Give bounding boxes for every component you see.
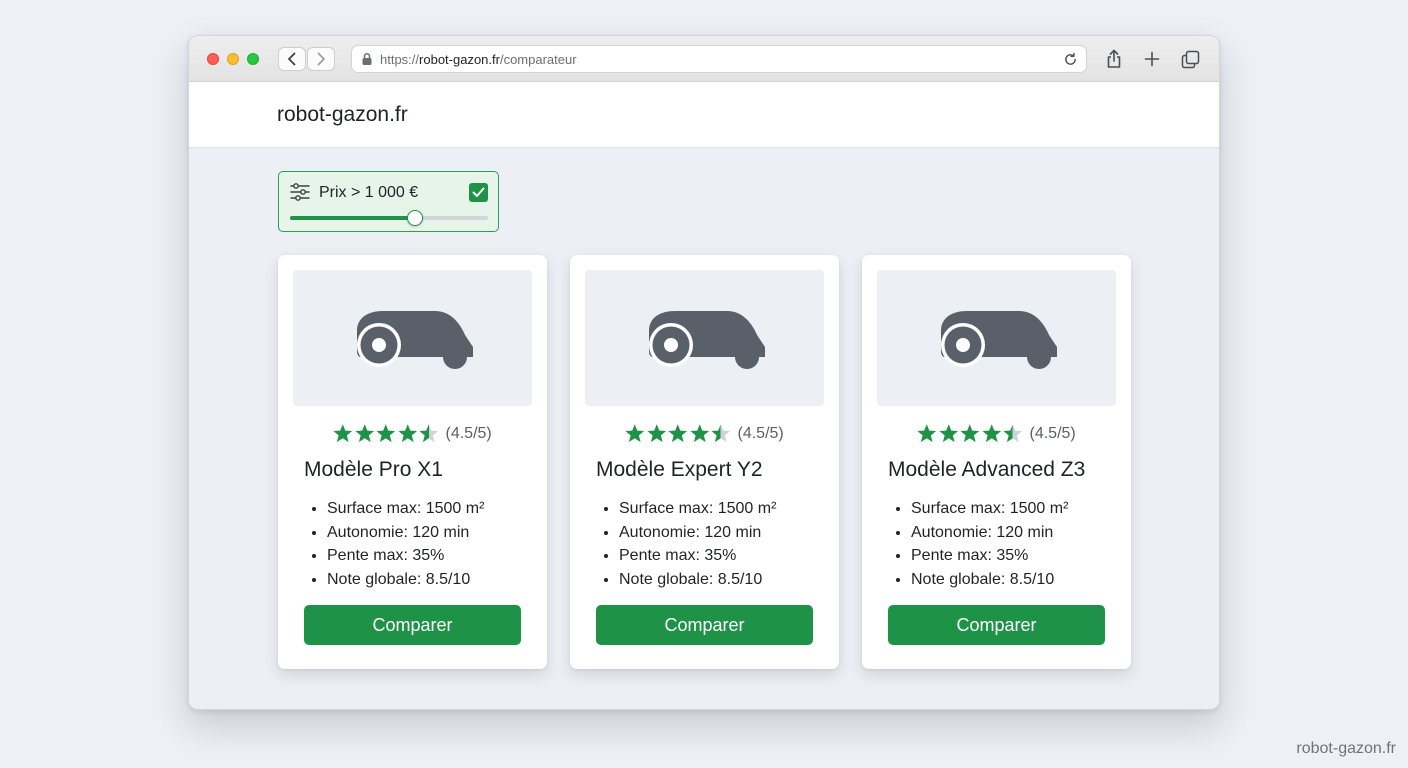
product-card: (4.5/5) Modèle Advanced Z3 Surface max: 15… [862, 255, 1131, 669]
rating-stars [332, 423, 440, 444]
rating-text: (4.5/5) [737, 424, 784, 442]
spec-item: Note globale: 8.5/10 [619, 568, 776, 592]
reload-icon[interactable] [1063, 52, 1078, 67]
spec-list: Surface max: 1500 m²Autonomie: 120 minPe… [911, 497, 1068, 591]
star-icon [646, 424, 666, 443]
star-icon [689, 424, 709, 443]
compare-button[interactable]: Comparer [596, 605, 813, 645]
url-text: https://robot-gazon.fr/comparateur [380, 52, 577, 67]
rating-stars [916, 423, 1024, 444]
browser-toolbar: https://robot-gazon.fr/comparateur [189, 36, 1219, 82]
product-rating: (4.5/5) [916, 423, 1076, 444]
watermark: robot-gazon.fr [1296, 740, 1396, 757]
rating-text: (4.5/5) [1029, 424, 1076, 442]
price-filter-label: Prix > 1 000 € [319, 184, 419, 201]
spec-list: Surface max: 1500 m²Autonomie: 120 minPe… [619, 497, 776, 591]
sliders-icon [290, 183, 310, 201]
zoom-window-button[interactable] [247, 53, 259, 65]
robot-mower-icon [648, 311, 765, 369]
spec-item: Surface max: 1500 m² [619, 497, 776, 521]
spec-item: Pente max: 35% [619, 544, 776, 568]
product-name: Modèle Pro X1 [304, 458, 443, 481]
tabs-overview-button[interactable] [1179, 48, 1201, 70]
spec-list: Surface max: 1500 m²Autonomie: 120 minPe… [327, 497, 484, 591]
star-icon [668, 424, 688, 443]
spec-item: Note globale: 8.5/10 [327, 568, 484, 592]
star-icon [711, 424, 731, 443]
browser-window: https://robot-gazon.fr/comparateur robot… [188, 35, 1220, 710]
spec-item: Pente max: 35% [911, 544, 1068, 568]
star-icon [376, 424, 396, 443]
url-domain: robot-gazon.fr [419, 52, 500, 67]
product-card: (4.5/5) Modèle Expert Y2 Surface max: 1500… [570, 255, 839, 669]
site-header: robot-gazon.fr [189, 82, 1219, 148]
product-image [877, 270, 1116, 406]
spec-item: Autonomie: 120 min [619, 521, 776, 545]
spec-item: Note globale: 8.5/10 [911, 568, 1068, 592]
rating-stars [624, 423, 732, 444]
share-button[interactable] [1103, 48, 1125, 70]
compare-button[interactable]: Comparer [888, 605, 1105, 645]
star-icon [960, 424, 980, 443]
plus-icon [1144, 51, 1160, 67]
url-prefix: https:// [380, 52, 420, 67]
product-card: (4.5/5)Modèle Pro X1 Surface max: 1500 m²… [278, 255, 547, 669]
star-icon [1003, 424, 1023, 443]
product-rating: (4.5/5) [332, 423, 492, 444]
star-icon [917, 424, 937, 443]
lock-icon [362, 52, 372, 65]
price-filter[interactable]: Prix > 1 000 € [278, 171, 499, 232]
checkmark-icon [472, 187, 485, 197]
product-name: Modèle Advanced Z3 [888, 458, 1086, 481]
star-icon [625, 424, 645, 443]
forward-button[interactable] [307, 47, 335, 71]
close-window-button[interactable] [207, 53, 219, 65]
site-brand[interactable]: robot-gazon.fr [277, 103, 408, 127]
new-tab-button[interactable] [1141, 48, 1163, 70]
spec-item: Surface max: 1500 m² [327, 497, 484, 521]
minimize-window-button[interactable] [227, 53, 239, 65]
rating-text: (4.5/5) [445, 424, 492, 442]
star-icon [354, 424, 374, 443]
star-icon [938, 424, 958, 443]
star-icon [981, 424, 1001, 443]
address-bar[interactable]: https://robot-gazon.fr/comparateur [351, 45, 1087, 73]
tabs-overview-icon [1181, 50, 1199, 68]
spec-item: Pente max: 35% [327, 544, 484, 568]
price-slider[interactable] [290, 210, 488, 226]
spec-item: Autonomie: 120 min [327, 521, 484, 545]
robot-mower-icon [356, 311, 473, 369]
robot-mower-icon [940, 311, 1057, 369]
chevron-right-icon [317, 52, 325, 66]
star-icon [333, 424, 353, 443]
spec-item: Autonomie: 120 min [911, 521, 1068, 545]
spec-item: Surface max: 1500 m² [911, 497, 1068, 521]
product-image [293, 270, 532, 406]
price-slider-thumb[interactable] [406, 210, 423, 226]
share-icon [1107, 49, 1121, 68]
product-rating: (4.5/5) [624, 423, 784, 444]
star-icon [397, 424, 417, 443]
compare-button[interactable]: Comparer [304, 605, 521, 645]
url-path: /comparateur [499, 52, 577, 67]
product-name: Modèle Expert Y2 [596, 458, 763, 481]
chevron-left-icon [288, 52, 296, 66]
star-icon [419, 424, 439, 443]
back-button[interactable] [278, 47, 306, 71]
price-filter-checkbox[interactable] [469, 183, 488, 202]
price-slider-fill [290, 216, 415, 220]
product-image [585, 270, 824, 406]
